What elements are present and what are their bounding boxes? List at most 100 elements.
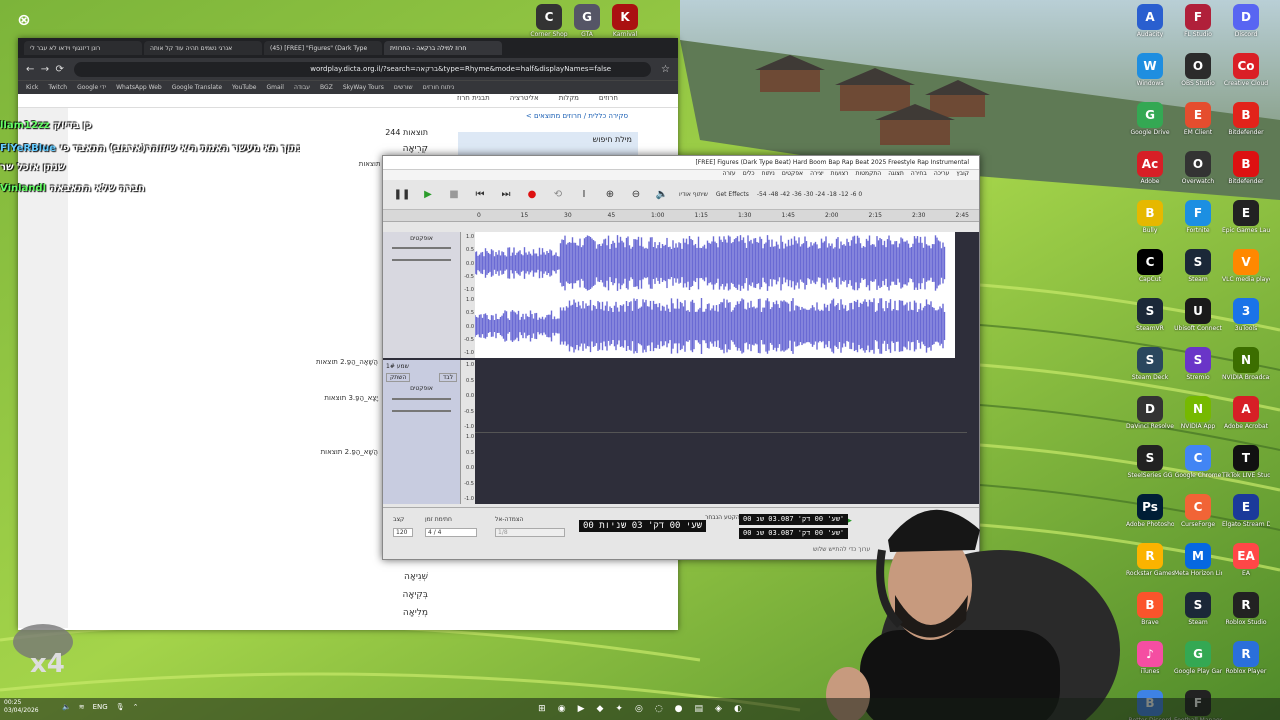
menu-item[interactable]: ניתוח [762, 170, 775, 180]
taskbar-app-icon[interactable]: ◌ [655, 704, 663, 714]
taskbar-app-icon[interactable]: ◐ [734, 704, 742, 714]
bookmark-item[interactable]: SkyWay Tours [343, 84, 384, 91]
taskbar-app-icon[interactable]: ▤ [695, 704, 704, 714]
mic-icon[interactable]: 🎙 [116, 703, 125, 711]
play-button[interactable]: ▶ [419, 186, 437, 204]
pan-slider[interactable] [392, 410, 451, 412]
browser-tab-active[interactable]: חרוז למילה ברקאה - החרוזית [384, 41, 502, 55]
desktop-icon-recycle[interactable]: ⊗ [0, 6, 48, 32]
desktop-icon[interactable]: S SteelSeries GG [1126, 445, 1174, 479]
menu-item[interactable]: קובץ [956, 170, 969, 180]
taskbar-app-icon[interactable]: ● [675, 704, 683, 714]
side-result[interactable]: הֲשָׁאָה_הַפַּ.2 תוצאות [316, 358, 378, 366]
desktop-icon[interactable]: R Rockstar Games [1126, 543, 1174, 577]
desktop-icon[interactable]: D Discord [1222, 4, 1270, 38]
browser-tab[interactable]: (45) [FREE] "Figures" (Dark Type [264, 41, 382, 55]
bookmark-item[interactable]: שורשים [394, 84, 413, 91]
reload-icon[interactable]: ⟳ [56, 64, 64, 75]
pause-button[interactable]: ❚❚ [393, 186, 411, 204]
rhyme-word[interactable]: בְּקִיאָה [403, 590, 429, 600]
timesig-field[interactable]: 4 / 4 [425, 528, 477, 537]
desktop-icon[interactable]: Ps Adobe Photoshop [1126, 494, 1174, 528]
taskbar-app-icon[interactable]: ◉ [558, 704, 566, 714]
desktop-icon[interactable]: W Windows [1126, 53, 1174, 87]
clock[interactable]: 00:25 03/04/2026 [4, 699, 39, 715]
tracks-area[interactable]: אופקטים 1.0 0.5 0.0 -0.5 -1.0 1.0 0.5 0.0 -0.5 -1… [383, 232, 979, 504]
desktop-icon[interactable]: V VLC media player [1222, 249, 1270, 283]
desktop-icon[interactable]: Ac Adobe [1126, 151, 1174, 185]
desktop-icon[interactable]: A Adobe Acrobat [1222, 396, 1270, 430]
desktop-icon[interactable]: EEpic Games Launcher [1222, 200, 1270, 234]
desktop-icon[interactable]: N NVIDIA App [1174, 396, 1222, 430]
bookmark-item[interactable]: Kick [26, 84, 38, 91]
browser-tab[interactable]: רונן דיזנגוף וידאו לא עבר לי [24, 41, 142, 55]
menu-item[interactable]: אפקטים [782, 170, 803, 180]
pan-slider[interactable] [392, 259, 451, 261]
desktop-icon[interactable]: F FL Studio [1174, 4, 1222, 38]
desktop-icon[interactable]: S Steam Deck [1126, 347, 1174, 381]
bookmark-item[interactable]: BGZ [320, 84, 333, 91]
desktop-icon[interactable]: B Brave [1126, 592, 1174, 626]
desktop-icon[interactable]: O Overwatch [1174, 151, 1222, 185]
menu-item[interactable]: עריכה [934, 170, 950, 180]
desktop-icon[interactable]: EElgato Stream Deck [1222, 494, 1270, 528]
desktop-icon[interactable]: B Bully [1126, 200, 1174, 234]
site-tab[interactable]: אליטרציה [510, 94, 539, 107]
bookmark-item[interactable]: YouTube [232, 84, 256, 91]
site-tab[interactable]: חרוזים [599, 94, 618, 107]
snap-label[interactable]: הצמדה-אל [495, 516, 523, 523]
zoom-in-icon[interactable]: ⊕ [601, 186, 619, 204]
desktop-icon[interactable]: TTikTok LIVE Studio [1222, 445, 1270, 479]
get-effects-button[interactable]: Get Effects [716, 191, 749, 198]
desktop-icon[interactable]: O OBS Studio [1174, 53, 1222, 87]
stop-button[interactable]: ■ [445, 186, 463, 204]
taskbar-app-icon[interactable]: ▶ [578, 704, 585, 714]
address-bar[interactable]: wordplay.dicta.org.il/?search=ברקאה&type… [73, 61, 652, 77]
gain-slider[interactable] [392, 247, 451, 249]
timeline-ruler[interactable]: 0 15 30 45 1:00 1:15 1:30 1:45 2:00 2:15 2:30 2:45 [383, 210, 979, 222]
tempo-field[interactable]: 120 [393, 528, 413, 537]
bookmark-item[interactable]: Twitch [48, 84, 67, 91]
gain-slider[interactable] [392, 398, 451, 400]
snap-select[interactable]: 1/8 [495, 528, 565, 537]
rhyme-word[interactable]: מְלִיאָה [403, 608, 428, 618]
side-result[interactable]: יָצָא_הַפַּ.3 תוצאות [324, 394, 378, 402]
language-indicator[interactable]: ENG [93, 703, 108, 711]
menu-item[interactable]: כלים [743, 170, 755, 180]
site-tab[interactable]: מקלות [559, 94, 579, 107]
track-effects[interactable]: אופקטים [386, 385, 457, 392]
desktop-icon[interactable]: C CurseForge [1174, 494, 1222, 528]
loop-button[interactable]: ⟲ [549, 186, 567, 204]
forward-icon[interactable]: → [41, 64, 49, 75]
desktop-icon[interactable]: B Bitdefender [1222, 151, 1270, 185]
bookmark-item[interactable]: Google ידי [77, 84, 106, 91]
menu-item[interactable]: עזרה [723, 170, 736, 180]
bookmark-item[interactable]: עבודה [294, 84, 310, 91]
desktop-icon[interactable]: D DaVinci Resolve [1126, 396, 1174, 430]
audio-track[interactable]: אופקטים 1.0 0.5 0.0 -0.5 -1.0 1.0 0.5 0.0 -0.5 -1… [383, 232, 979, 358]
desktop-icon[interactable]: C Google Chrome [1174, 445, 1222, 479]
desktop-icon[interactable]: S SteamVR [1126, 298, 1174, 332]
desktop-icon[interactable]: K Karnival [601, 4, 649, 38]
track-name[interactable]: שמע 1# [386, 363, 457, 370]
desktop-icon[interactable]: N NVIDIA Broadcast [1222, 347, 1270, 381]
taskbar-app-icon[interactable]: ◆ [596, 704, 603, 714]
time-display[interactable]: 00 שעי 00 דק' 03 שניות [579, 520, 707, 532]
desktop-icon[interactable]: R Roblox Studio [1222, 592, 1270, 626]
bookmark-item[interactable]: Google Translate [172, 84, 222, 91]
level-meter[interactable]: -54 -48 -42 -36 -30 -24 -18 -12 -6 0 [757, 191, 862, 198]
desktop-icon[interactable]: S Stremio [1174, 347, 1222, 381]
waveform[interactable] [475, 232, 955, 358]
track-name[interactable]: אופקטים [386, 235, 457, 242]
desktop-icon[interactable]: GGoogle Play Games [1174, 641, 1222, 675]
skip-end-button[interactable]: ⏭ [497, 186, 515, 204]
menu-item[interactable]: בחירה [911, 170, 927, 180]
desktop-icon[interactable]: 3 3uTools [1222, 298, 1270, 332]
mute-button[interactable]: השתק [386, 373, 411, 382]
desktop-icon[interactable]: U Ubisoft Connect [1174, 298, 1222, 332]
solo-button[interactable]: לבד [438, 373, 457, 382]
volume-icon[interactable]: 🔈 [62, 703, 71, 711]
desktop-icon[interactable]: C CapCut [1126, 249, 1174, 283]
share-audio-button[interactable]: שיתוף אודיו [679, 191, 708, 198]
site-tab[interactable]: תבנית חרוז [457, 94, 490, 107]
